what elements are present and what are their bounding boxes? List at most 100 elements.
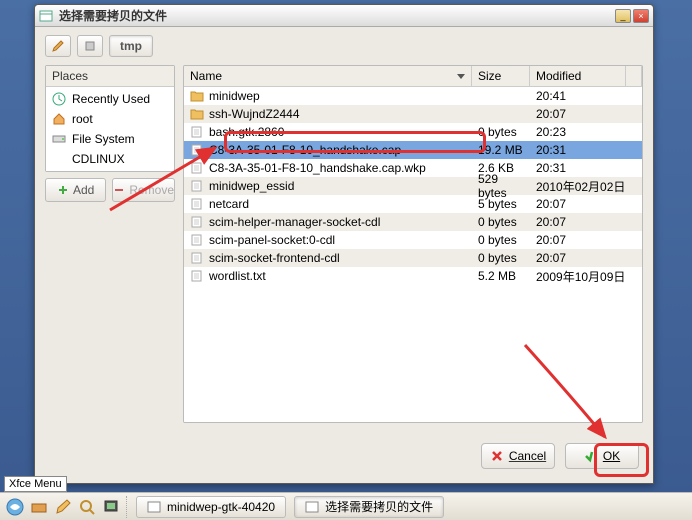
- blank-icon: [52, 152, 66, 166]
- column-modified[interactable]: Modified: [530, 66, 626, 86]
- place-recently-used[interactable]: Recently Used: [46, 89, 174, 109]
- taskbar-task-2[interactable]: 选择需要拷贝的文件: [294, 496, 444, 518]
- file-row[interactable]: minidwep_essid529 bytes2010年02月02日: [184, 177, 642, 195]
- file-row[interactable]: scim-panel-socket:0-cdl 0 bytes20:07: [184, 231, 642, 249]
- file-row[interactable]: minidwep 20:41: [184, 87, 642, 105]
- ok-label: OK: [603, 449, 620, 463]
- place-filesystem[interactable]: File System: [46, 129, 174, 149]
- add-place-button[interactable]: Add: [45, 178, 106, 202]
- minimize-button[interactable]: _: [615, 9, 631, 23]
- places-list: Recently Used root File System CDLINUX: [46, 87, 174, 171]
- file-icon: [190, 198, 204, 210]
- file-modified-cell: 20:41: [530, 89, 642, 103]
- file-row[interactable]: C8-3A-35-01-F8-10_handshake.cap.wkp2.6 K…: [184, 159, 642, 177]
- file-row[interactable]: scim-socket-frontend-cdl0 bytes20:07: [184, 249, 642, 267]
- taskbar-task-1[interactable]: minidwep-gtk-40420: [136, 496, 286, 518]
- places-column: Places Recently Used root File System: [45, 65, 175, 423]
- add-label: Add: [73, 183, 94, 197]
- column-size[interactable]: Size: [472, 66, 530, 86]
- taskbar: minidwep-gtk-40420 选择需要拷贝的文件: [0, 492, 692, 520]
- file-icon: [190, 162, 204, 174]
- task-label: 选择需要拷贝的文件: [325, 498, 433, 515]
- file-name-cell: bash.gtk.2860: [184, 125, 472, 139]
- close-button[interactable]: ×: [633, 9, 649, 23]
- file-name-cell: ssh-WujndZ2444: [184, 107, 472, 121]
- xfce-menu-tooltip: Xfce Menu: [4, 476, 67, 492]
- file-icon: [190, 126, 204, 138]
- place-root[interactable]: root: [46, 109, 174, 129]
- column-name[interactable]: Name: [184, 66, 472, 86]
- taskbar-icon-1[interactable]: [28, 496, 50, 518]
- file-name-cell: netcard: [184, 197, 472, 211]
- clock-icon: [52, 92, 66, 106]
- file-name-text: C8-3A-35-01-F8-10_handshake.cap: [209, 143, 401, 157]
- file-list[interactable]: minidwep 20:41 ssh-WujndZ2444 20:07 bash.gtk…: [184, 87, 642, 422]
- dialog-buttons: Cancel OK: [35, 431, 653, 483]
- file-name-cell: C8-3A-35-01-F8-10_handshake.cap: [184, 143, 472, 157]
- folder-icon: [190, 108, 204, 120]
- file-name-text: scim-helper-manager-socket-cdl: [209, 215, 380, 229]
- task-label: minidwep-gtk-40420: [167, 500, 275, 514]
- window-title: 选择需要拷贝的文件: [59, 7, 613, 24]
- remove-place-button[interactable]: Remove: [112, 178, 175, 202]
- file-modified-cell: 20:23: [530, 125, 642, 139]
- file-row[interactable]: ssh-WujndZ2444 20:07: [184, 105, 642, 123]
- file-name-cell: scim-socket-frontend-cdl: [184, 251, 472, 265]
- cancel-button[interactable]: Cancel: [481, 443, 555, 469]
- file-icon: [190, 234, 204, 246]
- file-size-cell: 0 bytes: [472, 125, 530, 139]
- file-row[interactable]: bash.gtk.28600 bytes20:23: [184, 123, 642, 141]
- drive-icon: [52, 132, 66, 146]
- file-size-cell: 0 bytes: [472, 215, 530, 229]
- dialog-body: Places Recently Used root File System: [35, 65, 653, 431]
- file-modified-cell: 20:07: [530, 233, 642, 247]
- file-row[interactable]: netcard5 bytes20:07: [184, 195, 642, 213]
- file-row[interactable]: C8-3A-35-01-F8-10_handshake.cap 19.2 MB20…: [184, 141, 642, 159]
- folder-icon: [190, 90, 204, 102]
- file-modified-cell: 2010年02月02日: [530, 178, 642, 195]
- file-icon: [190, 144, 204, 156]
- pencil-button[interactable]: [45, 35, 71, 57]
- file-modified-cell: 20:31: [530, 143, 642, 157]
- file-name-cell: C8-3A-35-01-F8-10_handshake.cap.wkp: [184, 161, 472, 175]
- file-modified-cell: 20:07: [530, 197, 642, 211]
- file-columns-header: Name Size Modified: [184, 66, 642, 87]
- file-modified-cell: 20:07: [530, 107, 642, 121]
- file-name-text: ssh-WujndZ2444: [209, 107, 300, 121]
- cancel-label: Cancel: [509, 449, 546, 463]
- file-name-text: netcard: [209, 197, 249, 211]
- file-modified-cell: 20:07: [530, 215, 642, 229]
- places-buttons: Add Remove: [45, 172, 175, 202]
- file-size-cell: 529 bytes: [472, 172, 530, 200]
- place-label: CDLINUX: [72, 152, 125, 166]
- place-cdlinux[interactable]: CDLINUX: [46, 149, 174, 169]
- file-name-cell: minidwep_essid: [184, 179, 472, 193]
- file-chooser-dialog: 选择需要拷贝的文件 _ × tmp Places Recently Used: [34, 4, 654, 484]
- file-name-cell: minidwep: [184, 89, 472, 103]
- taskbar-icon-4[interactable]: [100, 496, 122, 518]
- file-name-text: scim-panel-socket:0-cdl: [209, 233, 335, 247]
- file-name-cell: wordlist.txt: [184, 269, 472, 283]
- column-scroll-spacer: [626, 66, 642, 86]
- taskbar-icon-3[interactable]: [76, 496, 98, 518]
- file-icon: [190, 216, 204, 228]
- taskbar-icon-2[interactable]: [52, 496, 74, 518]
- file-size-cell: 19.2 MB: [472, 143, 530, 157]
- ok-button[interactable]: OK: [565, 443, 639, 469]
- file-row[interactable]: scim-helper-manager-socket-cdl 0 bytes20:…: [184, 213, 642, 231]
- file-modified-cell: 20:31: [530, 161, 642, 175]
- place-label: File System: [72, 132, 135, 146]
- app-icon: [39, 9, 53, 23]
- xfce-menu-button[interactable]: [4, 496, 26, 518]
- titlebar[interactable]: 选择需要拷贝的文件 _ ×: [35, 5, 653, 27]
- file-row[interactable]: wordlist.txt5.2 MB2009年10月09日: [184, 267, 642, 285]
- file-size-cell: 0 bytes: [472, 233, 530, 247]
- remove-label: Remove: [129, 183, 174, 197]
- file-icon: [190, 180, 204, 192]
- file-name-text: scim-socket-frontend-cdl: [209, 251, 340, 265]
- path-segment-root[interactable]: [77, 35, 103, 57]
- file-name-cell: scim-helper-manager-socket-cdl: [184, 215, 472, 229]
- places-panel: Places Recently Used root File System: [45, 65, 175, 172]
- path-segment-tmp[interactable]: tmp: [109, 35, 153, 57]
- file-name-cell: scim-panel-socket:0-cdl: [184, 233, 472, 247]
